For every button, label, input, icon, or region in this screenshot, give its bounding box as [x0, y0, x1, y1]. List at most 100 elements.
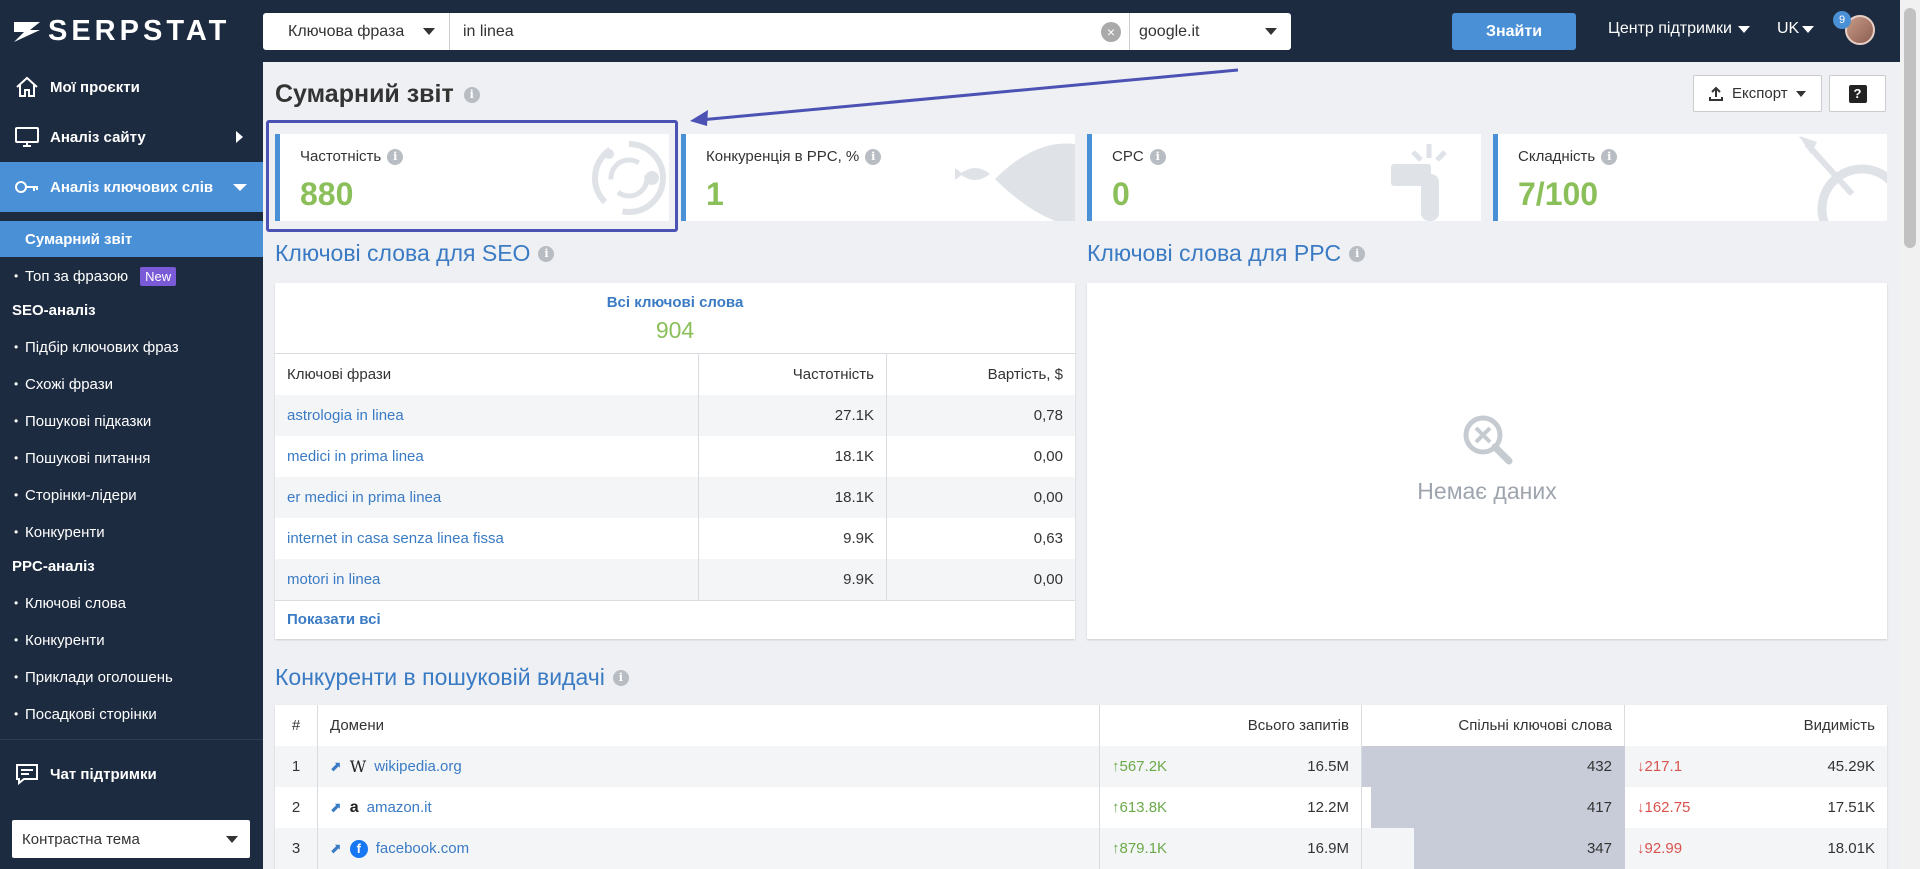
col-header[interactable]: Всього запитів [1100, 705, 1362, 746]
export-button[interactable]: Експорт [1693, 75, 1822, 112]
sidebar-item-search-questions[interactable]: Пошукові питання [0, 440, 263, 476]
sidebar-item-projects[interactable]: Мої проєкти [0, 62, 263, 112]
competitors-title: Конкуренти в пошуковій видачі i [275, 664, 629, 691]
keyword-link[interactable]: internet in casa senza linea fissa [275, 518, 699, 559]
info-icon[interactable]: i [1149, 148, 1166, 165]
visibility-cell: ↓217.1 45.29K [1625, 746, 1887, 787]
table-row: 2 ⬈ a amazon.it ↑613.8K 12.2M 417 ↓162.7… [275, 787, 1887, 828]
keyword-link[interactable]: medici in prima linea [275, 436, 699, 477]
search-input[interactable] [450, 13, 1101, 50]
sidebar-item-search-suggestions[interactable]: Пошукові підказки [0, 403, 263, 439]
chevron-down-icon [1802, 25, 1815, 33]
seo-analysis-heading: SEO-аналіз [12, 302, 96, 319]
ppc-keywords-title: Ключові слова для PPC i [1087, 240, 1366, 267]
info-icon[interactable]: i [538, 245, 555, 262]
col-header[interactable]: Спільні ключові слова [1362, 705, 1625, 746]
common-value: 417 [1586, 799, 1612, 816]
external-link-icon[interactable]: ⬈ [330, 758, 342, 775]
chevron-down-icon [226, 836, 238, 843]
sidebar-item-keyword-selection[interactable]: Підбір ключових фраз [0, 329, 263, 365]
external-link-icon[interactable]: ⬈ [330, 799, 342, 816]
section-title-text: Ключові слова для PPC [1087, 240, 1342, 266]
keyword-link[interactable]: astrologia in linea [275, 395, 699, 436]
sidebar-item-label: Ключові слова [25, 594, 126, 612]
info-icon[interactable]: i [463, 86, 480, 103]
domain-link[interactable]: amazon.it [367, 799, 432, 816]
trend-down-value: ↓217.1 [1637, 758, 1683, 775]
help-center-menu[interactable]: Центр підтримки [1608, 20, 1750, 38]
sidebar-item-ppc-competitors[interactable]: Конкуренти [0, 622, 263, 658]
trend-down-value: ↓92.99 [1637, 840, 1683, 857]
help-button[interactable]: ? [1829, 75, 1886, 112]
keyword-link[interactable]: motori in linea [275, 559, 699, 600]
cost-cell: 0,00 [1033, 489, 1063, 506]
keyword-submenu: Сумарний звіт Топ за фразою New SEO-анал… [0, 221, 263, 800]
col-header[interactable]: Видимість [1625, 705, 1887, 746]
sidebar-item-label: Схожі фрази [25, 375, 113, 393]
sidebar-item-label: Підбір ключових фраз [25, 338, 179, 356]
clear-icon[interactable]: × [1101, 22, 1121, 42]
chevron-down-icon [423, 28, 435, 35]
chevron-right-icon [236, 131, 243, 143]
card-label-text: Конкуренція в PPC, % [706, 148, 860, 165]
keyword-link[interactable]: er medici in prima linea [275, 477, 699, 518]
metric-card-cpc: CPC i 0 [1087, 134, 1481, 221]
total-cell: ↑879.1K 16.9M [1100, 828, 1362, 869]
sidebar-item-top-pages[interactable]: Сторінки-лідери [0, 477, 263, 513]
scrollbar-thumb[interactable] [1904, 8, 1916, 248]
info-icon[interactable]: i [1601, 148, 1618, 165]
common-keywords-bar [1362, 746, 1625, 787]
language-select[interactable]: UK [1777, 20, 1815, 38]
info-icon[interactable]: i [1349, 245, 1366, 262]
rank-cell: 3 [275, 828, 318, 869]
sidebar-item-top-phrase[interactable]: Топ за фразою New [0, 258, 263, 294]
sidebar-item-site-analysis[interactable]: Аналіз сайту [0, 112, 263, 162]
database-select[interactable]: google.it [1129, 13, 1291, 50]
sidebar: Мої проєкти Аналіз сайту Аналіз ключових… [0, 62, 263, 869]
key-icon [15, 181, 38, 193]
sidebar-item-keyword-analysis[interactable]: Аналіз ключових слів [0, 162, 263, 212]
page-scrollbar[interactable] [1900, 0, 1920, 869]
metric-card-difficulty: Складність i 7/100 [1493, 134, 1887, 221]
show-all-link[interactable]: Показати всі [287, 611, 381, 628]
sidebar-item-label: Аналіз сайту [50, 128, 146, 146]
support-chat-button[interactable]: Чат підтримки [14, 762, 157, 786]
domain-link[interactable]: facebook.com [376, 840, 469, 857]
col-header[interactable]: Домени [318, 705, 1100, 746]
sidebar-item-label: Мої проєкти [50, 78, 140, 96]
sidebar-item-seo-competitors[interactable]: Конкуренти [0, 514, 263, 550]
sidebar-item-label: Сумарний звіт [25, 230, 133, 248]
sidebar-item-label: Приклади оголошень [25, 668, 173, 686]
theme-label: Контрастна тема [22, 830, 140, 848]
info-icon[interactable]: i [612, 669, 629, 686]
all-keywords-link[interactable]: Всі ключові слова [275, 294, 1075, 311]
metric-card-ppc-competition: Конкуренція в PPC, % i 1 [681, 134, 1075, 221]
theme-select[interactable]: Контрастна тема [12, 820, 250, 858]
domain-cell: ⬈ f facebook.com [318, 828, 1100, 869]
external-link-icon[interactable]: ⬈ [330, 840, 342, 857]
chat-icon [16, 764, 38, 786]
sidebar-item-similar-phrases[interactable]: Схожі фрази [0, 366, 263, 402]
card-value: 0 [1112, 176, 1130, 212]
search-type-select[interactable]: Ключова фраза [263, 13, 450, 50]
visibility-cell: ↓92.99 18.01K [1625, 828, 1887, 869]
sidebar-item-ppc-keywords[interactable]: Ключові слова [0, 585, 263, 621]
fish-icon [955, 143, 1075, 221]
sidebar-item-label: Конкуренти [25, 523, 105, 541]
col-header[interactable]: Вартість, $ [887, 354, 1075, 395]
find-button[interactable]: Знайти [1452, 13, 1576, 50]
sidebar-item-ad-examples[interactable]: Приклади оголошень [0, 659, 263, 695]
serpstat-logo[interactable]: SERPSTAT [12, 14, 230, 48]
top-header: SERPSTAT Ключова фраза × google.it Знайт… [0, 0, 1900, 62]
chevron-down-icon [1795, 90, 1806, 97]
card-value: 7/100 [1518, 176, 1599, 212]
col-header[interactable]: Ключові фрази [275, 354, 699, 395]
section-title-text: Конкуренти в пошуковій видачі [275, 664, 605, 690]
domain-link[interactable]: wikipedia.org [374, 758, 462, 775]
chevron-down-icon [1265, 28, 1277, 35]
sidebar-item-landing-pages[interactable]: Посадкові сторінки [0, 696, 263, 732]
sidebar-item-summary[interactable]: Сумарний звіт [0, 221, 263, 257]
col-header[interactable]: Частотність [699, 354, 887, 395]
info-icon[interactable]: i [865, 148, 882, 165]
trend-up-value: ↑613.8K [1112, 799, 1168, 816]
